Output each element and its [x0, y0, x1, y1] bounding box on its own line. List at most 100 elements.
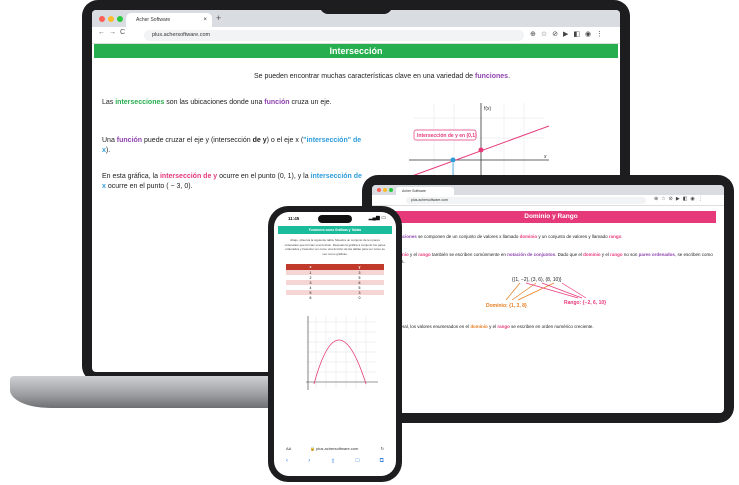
t3-c: y el — [487, 324, 498, 329]
tablet-minimize-icon[interactable] — [383, 188, 387, 192]
rango-link[interactable]: rango — [609, 234, 622, 239]
forward-icon[interactable]: › — [308, 458, 310, 465]
t2-g: . Dado que el — [555, 252, 584, 257]
p2-e: ) o el eje x ( — [266, 137, 304, 144]
tablet-maximize-icon[interactable] — [389, 188, 393, 192]
phone-graph-grid — [306, 316, 376, 389]
table-cell-x: 6 — [309, 295, 312, 300]
dominio-link-4[interactable]: dominio — [470, 324, 488, 329]
dominio-link[interactable]: dominio — [520, 234, 538, 239]
phone-url-bar[interactable]: AA 🔒 plus.achersoftware.com ↻ — [282, 444, 388, 454]
x-intercept-point — [450, 157, 456, 163]
url-field[interactable]: plus.achersoftware.com — [144, 30, 524, 41]
t1-g: . — [621, 234, 623, 239]
range-set: Rango: {−2, 6, 10} — [564, 300, 607, 306]
domain-set: Dominio: {1, 3, 8} — [486, 303, 527, 309]
minimize-window-icon[interactable] — [108, 16, 114, 22]
intro-pre: Se pueden encontrar muchas característic… — [253, 73, 475, 80]
range-arrow-2 — [541, 282, 583, 299]
tabs-icon[interactable]: ⧉ — [380, 458, 384, 465]
browser-toolbar-icons[interactable]: ⊕☆⊘▶◧◉⋮ — [530, 30, 608, 38]
page-title: Intersección — [329, 46, 383, 56]
table-row: 60 — [286, 295, 384, 300]
p1-a: Las — [102, 99, 116, 106]
intro-post: . — [508, 73, 511, 80]
p2-d: de y — [252, 137, 267, 144]
signal-battery-icon: ▂▄▆ ▭ — [368, 215, 386, 221]
tablet-close-icon[interactable] — [377, 188, 381, 192]
t2-k: no son — [622, 252, 639, 257]
tablet-tab-title: Acher Software — [402, 189, 426, 193]
nav-buttons-icon[interactable]: ←→C — [98, 29, 129, 36]
y-intercept-link[interactable]: intersección de y — [160, 173, 217, 180]
dynamic-island — [318, 215, 352, 223]
phone-time: 11:45 — [288, 216, 300, 221]
t2-i: y el — [600, 252, 611, 257]
p1-c: son las ubicaciones donde una — [164, 99, 265, 106]
browser-tab[interactable]: Acher Software × — [126, 13, 212, 27]
mapping-arrows — [505, 282, 587, 301]
t1-e: y un conjunto de valores y llamado — [537, 234, 609, 239]
t3-e: se escriben en orden numérico creciente. — [509, 324, 594, 329]
fx-label: f(x) — [484, 106, 492, 112]
page-title-bar: Intersección — [94, 44, 618, 58]
parabola-graph — [306, 316, 378, 390]
tablet-page-title-bar: Dominio y Rango — [386, 211, 716, 223]
paragraph-1: Las intersecciones son las ubicaciones d… — [102, 98, 362, 108]
p3-e: ocurre en el punto ( − 3, 0). — [105, 183, 193, 190]
phone-url-text: 🔒 plus.achersoftware.com — [310, 446, 359, 451]
url-text: plus.achersoftware.com — [152, 32, 211, 38]
t2-c: y el — [408, 252, 419, 257]
pares-link[interactable]: pares ordenados — [639, 252, 675, 257]
t1-c: se componen de un conjunto de valores x … — [416, 234, 520, 239]
rango-link-3[interactable]: rango — [610, 252, 623, 257]
maximize-window-icon[interactable] — [117, 16, 123, 22]
funciones-link[interactable]: funciones — [475, 73, 508, 80]
funcion-link-2[interactable]: función — [117, 137, 142, 144]
phone-intro-text: Abajo, observa la siguiente tabla. Muest… — [284, 238, 386, 256]
laptop-notch — [320, 0, 392, 14]
p2-c: puede cruzar el eje y (intersección — [142, 137, 253, 144]
t2-e: también se escriben comúnmente en — [430, 252, 508, 257]
tablet-tab-bar: Acher Software — [372, 185, 724, 195]
paragraph-3: En esta gráfica, la intersección de y oc… — [102, 172, 362, 192]
back-icon[interactable]: ‹ — [286, 458, 288, 465]
range-arrow-3 — [561, 282, 587, 299]
reader-aa-button[interactable]: AA — [286, 444, 291, 454]
range-arrow-1 — [525, 282, 579, 299]
x-label: x — [543, 154, 547, 160]
rango-link-2[interactable]: rango — [418, 252, 431, 257]
close-tab-icon[interactable]: × — [203, 13, 207, 27]
new-tab-icon[interactable]: + — [216, 13, 221, 23]
tablet-line-1: Las relaciones se componen de un conjunt… — [386, 233, 716, 240]
intro-text: Se pueden encontrar muchas característic… — [172, 73, 592, 80]
domain-arrow-1 — [505, 282, 521, 301]
p3-c: ocurre en el punto (0, 1), y la — [217, 173, 311, 180]
phone-page-title: Funciones como Gráficas y Tablas — [278, 226, 392, 234]
paragraph-2: Una función puede cruzar el eje y (inter… — [102, 136, 362, 156]
bookmarks-icon[interactable]: □ — [356, 458, 360, 465]
tablet-url-text: plus.achersoftware.com — [411, 198, 448, 202]
funcion-link[interactable]: función — [264, 99, 289, 106]
dominio-link-3[interactable]: dominio — [583, 252, 601, 257]
tablet-line-3: En general, los valores enumerados en el… — [386, 323, 716, 330]
phone-nav-bar: ‹ › ⇧ □ ⧉ — [286, 458, 384, 465]
share-icon[interactable]: ⇧ — [331, 458, 336, 465]
p3-a: En esta gráfica, la — [102, 173, 160, 180]
p2-g: ). — [105, 147, 111, 154]
intersecciones-link[interactable]: intersecciones — [115, 99, 164, 106]
notacion-link[interactable]: notación de conjuntos — [507, 252, 555, 257]
rango-link-4[interactable]: rango — [497, 324, 510, 329]
tablet-browser-tab[interactable]: Acher Software — [396, 187, 454, 195]
reload-icon[interactable]: ↻ — [381, 444, 384, 454]
p1-e: cruza un eje. — [289, 99, 332, 106]
tablet-page-title: Dominio y Rango — [524, 213, 578, 220]
tablet-screen: Acher Software plus.achersoftware.com ⊕☆… — [372, 185, 724, 413]
phone-screen: 11:45 ▂▄▆ ▭ Funciones como Gráficas y Ta… — [274, 212, 396, 476]
tablet-url-field[interactable]: plus.achersoftware.com — [406, 197, 646, 204]
y-intercept-label: Intersección de y en (0,1) — [417, 133, 477, 139]
tablet-toolbar-icons[interactable]: ⊕☆⊘▶◧◉⋮ — [654, 196, 706, 202]
y-intercept-point — [478, 147, 484, 153]
close-window-icon[interactable] — [99, 16, 105, 22]
table-cell-y: 0 — [358, 295, 361, 300]
